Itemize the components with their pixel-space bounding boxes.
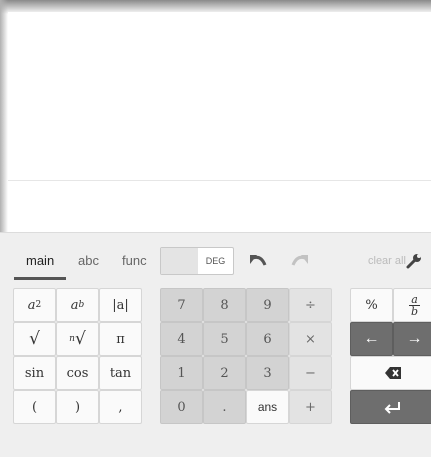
digit-7-key[interactable]: 7 — [160, 288, 203, 322]
left-arrow-key[interactable]: ← — [350, 322, 393, 356]
open-paren-key[interactable]: ( — [13, 390, 56, 424]
a-squared-key[interactable]: a2 — [13, 288, 56, 322]
enter-icon — [384, 402, 400, 414]
fraction-key[interactable]: a b — [393, 288, 431, 322]
digit-3-key[interactable]: 3 — [246, 356, 289, 390]
tan-key[interactable]: tan — [99, 356, 142, 390]
digit-6-key[interactable]: 6 — [246, 322, 289, 356]
percent-key[interactable]: % — [350, 288, 393, 322]
sin-key[interactable]: sin — [13, 356, 56, 390]
digit-1-key[interactable]: 1 — [160, 356, 203, 390]
deg-label[interactable]: DEG — [198, 248, 233, 274]
pi-key[interactable]: π — [99, 322, 142, 356]
keypad: main abc func DEG clear all a2 ab |a| 7 … — [0, 232, 431, 457]
a-power-b-key[interactable]: ab — [56, 288, 99, 322]
toggle-off-side[interactable] — [161, 248, 198, 274]
key-exponent: 2 — [35, 300, 42, 310]
digit-2-key[interactable]: 2 — [203, 356, 246, 390]
key-exponent: b — [78, 300, 85, 310]
divide-key[interactable]: ÷ — [289, 288, 332, 322]
plus-key[interactable]: + — [289, 390, 332, 424]
digit-0-key[interactable]: 0 — [160, 390, 203, 424]
digit-8-key[interactable]: 8 — [203, 288, 246, 322]
expression-area[interactable] — [8, 12, 431, 180]
tab-func[interactable]: func — [122, 253, 147, 268]
key-base: a — [27, 297, 36, 313]
wrench-icon[interactable] — [401, 249, 427, 273]
digit-9-key[interactable]: 9 — [246, 288, 289, 322]
undo-icon[interactable] — [244, 249, 270, 273]
fraction-denominator: b — [410, 304, 419, 318]
radical-symbol: √ — [74, 329, 86, 349]
times-key[interactable]: × — [289, 322, 332, 356]
absolute-value-key[interactable]: |a| — [99, 288, 142, 322]
backspace-icon — [385, 367, 401, 379]
active-tab-indicator — [14, 277, 66, 280]
close-paren-key[interactable]: ) — [56, 390, 99, 424]
tab-main[interactable]: main — [26, 253, 54, 268]
backspace-key[interactable] — [350, 356, 431, 390]
redo-icon[interactable] — [288, 249, 314, 273]
minus-key[interactable]: − — [289, 356, 332, 390]
comma-key[interactable]: , — [99, 390, 142, 424]
digit-5-key[interactable]: 5 — [203, 322, 246, 356]
angle-toggle[interactable]: DEG — [160, 247, 234, 275]
cos-key[interactable]: cos — [56, 356, 99, 390]
enter-key[interactable] — [350, 390, 431, 424]
ans-key[interactable]: ans — [246, 390, 289, 424]
nth-root-key[interactable]: n √ — [56, 322, 99, 356]
keypad-tabs: main abc func DEG clear all — [0, 233, 431, 283]
key-base: a — [70, 297, 79, 313]
fraction-numerator: a — [409, 292, 420, 306]
decimal-point-key[interactable]: . — [203, 390, 246, 424]
digit-4-key[interactable]: 4 — [160, 322, 203, 356]
tab-abc[interactable]: abc — [78, 253, 99, 268]
sqrt-key[interactable]: √ — [13, 322, 56, 356]
input-line[interactable] — [8, 180, 431, 233]
right-arrow-key[interactable]: → — [393, 322, 431, 356]
